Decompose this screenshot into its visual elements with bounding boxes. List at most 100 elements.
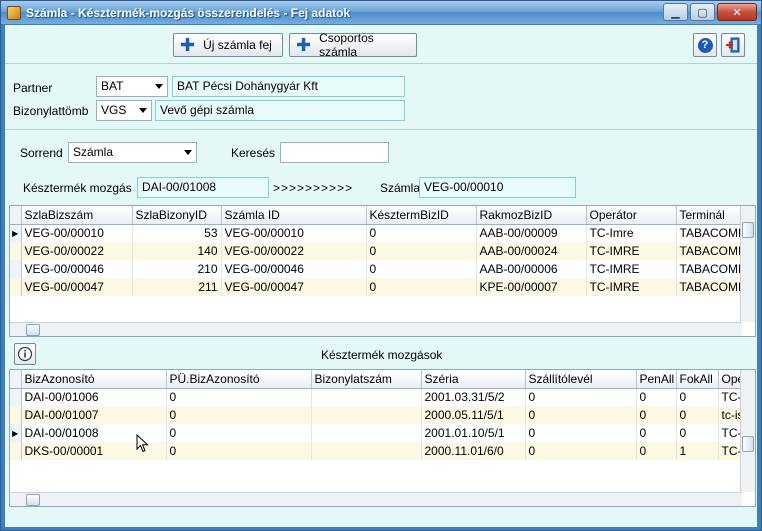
- table-cell[interactable]: 0: [525, 406, 637, 424]
- table-cell[interactable]: TABACOMP1: [676, 224, 746, 242]
- table-cell[interactable]: 0: [366, 260, 477, 278]
- table-row[interactable]: VEG-00/00047 211 VEG-00/00047 0 KPE-00/0…: [10, 278, 746, 296]
- table-row[interactable]: ▶ VEG-00/00010 53 VEG-00/00010 0 AAB-00/…: [10, 224, 746, 242]
- column-header[interactable]: Operátor: [586, 206, 677, 225]
- table-cell[interactable]: 0: [525, 388, 637, 406]
- table-cell[interactable]: VEG-00/00046: [21, 260, 133, 278]
- table-cell[interactable]: 0: [636, 424, 677, 442]
- close-button[interactable]: ✕: [717, 3, 757, 21]
- table-cell[interactable]: 211: [132, 278, 222, 296]
- movements-grid-hscrollbar[interactable]: [10, 492, 742, 506]
- column-header[interactable]: Számla ID: [221, 206, 367, 225]
- table-cell[interactable]: TC-Imre: [586, 224, 677, 242]
- column-header[interactable]: FokAll: [676, 370, 719, 389]
- table-cell[interactable]: 0: [366, 224, 477, 242]
- table-cell[interactable]: TABACOMP1: [676, 278, 746, 296]
- table-cell[interactable]: VEG-00/00010: [221, 224, 367, 242]
- maximize-button[interactable]: ▢: [690, 3, 715, 21]
- table-cell[interactable]: [311, 442, 422, 460]
- column-header[interactable]: SzlaBizszám: [21, 206, 133, 225]
- column-header[interactable]: SzlaBizonyID: [132, 206, 222, 225]
- order-select[interactable]: Számla: [68, 142, 197, 163]
- table-cell[interactable]: 2001.01.10/5/1: [421, 424, 526, 442]
- table-cell[interactable]: 0: [636, 406, 677, 424]
- table-cell[interactable]: 0: [636, 442, 677, 460]
- column-header[interactable]: Bizonylatszám: [311, 370, 422, 389]
- table-cell[interactable]: 140: [132, 242, 222, 260]
- new-invoice-button[interactable]: ✚ Új számla fej: [173, 33, 283, 57]
- search-input[interactable]: [280, 142, 389, 163]
- table-cell[interactable]: TC-IMRE: [586, 242, 677, 260]
- column-header[interactable]: Szállítólevél: [525, 370, 637, 389]
- invoice-grid-vscrollbar[interactable]: [740, 206, 755, 322]
- column-header[interactable]: PÜ.BizAzonosító: [166, 370, 312, 389]
- table-cell[interactable]: 1: [676, 442, 719, 460]
- table-row[interactable]: DAI-00/01007 0 2000.05.11/5/1 0 0 0 tc-i…: [10, 406, 746, 424]
- scroll-thumb[interactable]: [742, 222, 754, 238]
- table-cell[interactable]: 0: [636, 388, 677, 406]
- table-cell[interactable]: DAI-00/01006: [21, 388, 167, 406]
- table-cell[interactable]: 2001.03.31/5/2: [421, 388, 526, 406]
- movements-title: Késztermék mozgások: [321, 348, 443, 362]
- table-cell[interactable]: VEG-00/00010: [21, 224, 133, 242]
- table-cell[interactable]: TC-IMRE: [586, 260, 677, 278]
- table-cell[interactable]: [311, 424, 422, 442]
- table-cell[interactable]: AAB-00/00024: [476, 242, 587, 260]
- scroll-thumb[interactable]: [26, 324, 40, 336]
- table-cell[interactable]: 0: [166, 442, 312, 460]
- minimize-button[interactable]: ▁: [663, 3, 688, 21]
- column-header[interactable]: KésztermBizID: [366, 206, 477, 225]
- table-cell[interactable]: 2000.11.01/6/0: [421, 442, 526, 460]
- table-cell[interactable]: KPE-00/00007: [476, 278, 587, 296]
- invoice-grid-hscrollbar[interactable]: [10, 322, 742, 336]
- column-header[interactable]: Széria: [421, 370, 526, 389]
- table-cell[interactable]: 53: [132, 224, 222, 242]
- table-cell[interactable]: [311, 388, 422, 406]
- help-button[interactable]: ?: [693, 33, 717, 57]
- table-row[interactable]: VEG-00/00046 210 VEG-00/00046 0 AAB-00/0…: [10, 260, 746, 278]
- scroll-thumb[interactable]: [742, 436, 754, 452]
- invoice-label: Számla: [380, 181, 421, 195]
- table-cell[interactable]: TABACOMP1: [676, 242, 746, 260]
- table-row[interactable]: DKS-00/00001 0 2000.11.01/6/0 0 0 1 TC-I…: [10, 442, 746, 460]
- table-cell[interactable]: TABACOMP1: [676, 260, 746, 278]
- table-cell[interactable]: 0: [166, 388, 312, 406]
- exit-button[interactable]: [721, 33, 745, 57]
- doc-block-code-select[interactable]: VGS: [96, 100, 152, 121]
- partner-code-select[interactable]: BAT: [96, 76, 168, 97]
- table-cell[interactable]: 0: [166, 406, 312, 424]
- table-cell[interactable]: 2000.05.11/5/1: [421, 406, 526, 424]
- table-cell[interactable]: VEG-00/00047: [221, 278, 367, 296]
- table-cell[interactable]: 0: [366, 278, 477, 296]
- table-cell[interactable]: VEG-00/00022: [21, 242, 133, 260]
- table-cell[interactable]: 0: [676, 388, 719, 406]
- group-invoice-button[interactable]: ✚ Csoportos számla: [289, 31, 417, 59]
- table-row[interactable]: ▶ DAI-00/01008 0 2001.01.10/5/1 0 0 0 TC…: [10, 424, 746, 442]
- table-cell[interactable]: 0: [525, 424, 637, 442]
- table-cell[interactable]: 0: [366, 242, 477, 260]
- table-row[interactable]: VEG-00/00022 140 VEG-00/00022 0 AAB-00/0…: [10, 242, 746, 260]
- table-cell[interactable]: 0: [166, 424, 312, 442]
- table-row[interactable]: DAI-00/01006 0 2001.03.31/5/2 0 0 0 TC-I…: [10, 388, 746, 406]
- column-header[interactable]: PenAll: [636, 370, 677, 389]
- table-cell[interactable]: AAB-00/00009: [476, 224, 587, 242]
- column-header[interactable]: Terminál: [676, 206, 746, 225]
- column-header[interactable]: BizAzonosító: [21, 370, 167, 389]
- table-cell[interactable]: VEG-00/00047: [21, 278, 133, 296]
- movements-grid-vscrollbar[interactable]: [740, 370, 755, 492]
- column-header[interactable]: RakmozBizID: [476, 206, 587, 225]
- scroll-thumb[interactable]: [26, 494, 40, 506]
- table-cell[interactable]: AAB-00/00006: [476, 260, 587, 278]
- table-cell[interactable]: 0: [676, 424, 719, 442]
- partner-label: Partner: [13, 81, 53, 95]
- table-cell[interactable]: DAI-00/01007: [21, 406, 167, 424]
- table-cell[interactable]: VEG-00/00046: [221, 260, 367, 278]
- table-cell[interactable]: 0: [676, 406, 719, 424]
- table-cell[interactable]: TC-IMRE: [586, 278, 677, 296]
- info-button[interactable]: [14, 343, 36, 365]
- table-cell[interactable]: VEG-00/00022: [221, 242, 367, 260]
- table-cell[interactable]: [311, 406, 422, 424]
- table-cell[interactable]: 0: [525, 442, 637, 460]
- table-cell[interactable]: 210: [132, 260, 222, 278]
- title-bar: Számla - Késztermék-mozgás összerendelés…: [1, 1, 761, 24]
